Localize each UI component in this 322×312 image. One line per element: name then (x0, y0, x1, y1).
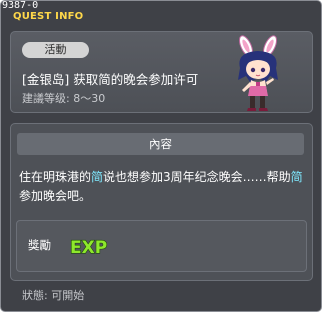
exp-icon-label: EXP (70, 238, 107, 258)
desc-text: 参加晚会吧。 (19, 189, 92, 203)
quest-category-badge: 活動 (22, 42, 89, 58)
npc-bunny-girl-icon (238, 35, 278, 111)
desc-text: 住在明珠港的 (19, 170, 92, 184)
quest-summary-panel: 活動 [金银岛] 获取简的晚会参加许可 建議等级: 8〜30 (10, 31, 313, 113)
quest-id: 9387-0 (2, 0, 39, 11)
reward-box: 獎勵 EXP (16, 220, 307, 272)
reward-label: 獎勵 (28, 238, 51, 252)
quest-status: 狀態: 可開始 (22, 289, 85, 302)
quest-content-panel: 內容 住在明珠港的简说也想参加3周年纪念晚会……帮助简参加晚会吧。 獎勵 EXP (10, 123, 313, 281)
quest-info-window: 9387-0 QUEST INFO 活動 [金银岛] 获取简的晚会参加许可 建議… (0, 0, 322, 312)
npc-name-highlight: 简 (91, 170, 104, 184)
npc-name-highlight: 简 (290, 170, 303, 184)
quest-name: [金银岛] 获取简的晚会参加许可 (22, 72, 199, 87)
exp-icon: EXP (69, 237, 107, 258)
desc-text: 说也想参加3周年纪念晚会……帮助 (103, 170, 291, 184)
window-title: QUEST INFO (13, 11, 84, 22)
quest-recommended-level: 建議等级: 8〜30 (22, 92, 106, 105)
content-header: 內容 (17, 133, 304, 155)
quest-description: 住在明珠港的简说也想参加3周年纪念晚会……帮助简参加晚会吧。 (19, 168, 304, 206)
